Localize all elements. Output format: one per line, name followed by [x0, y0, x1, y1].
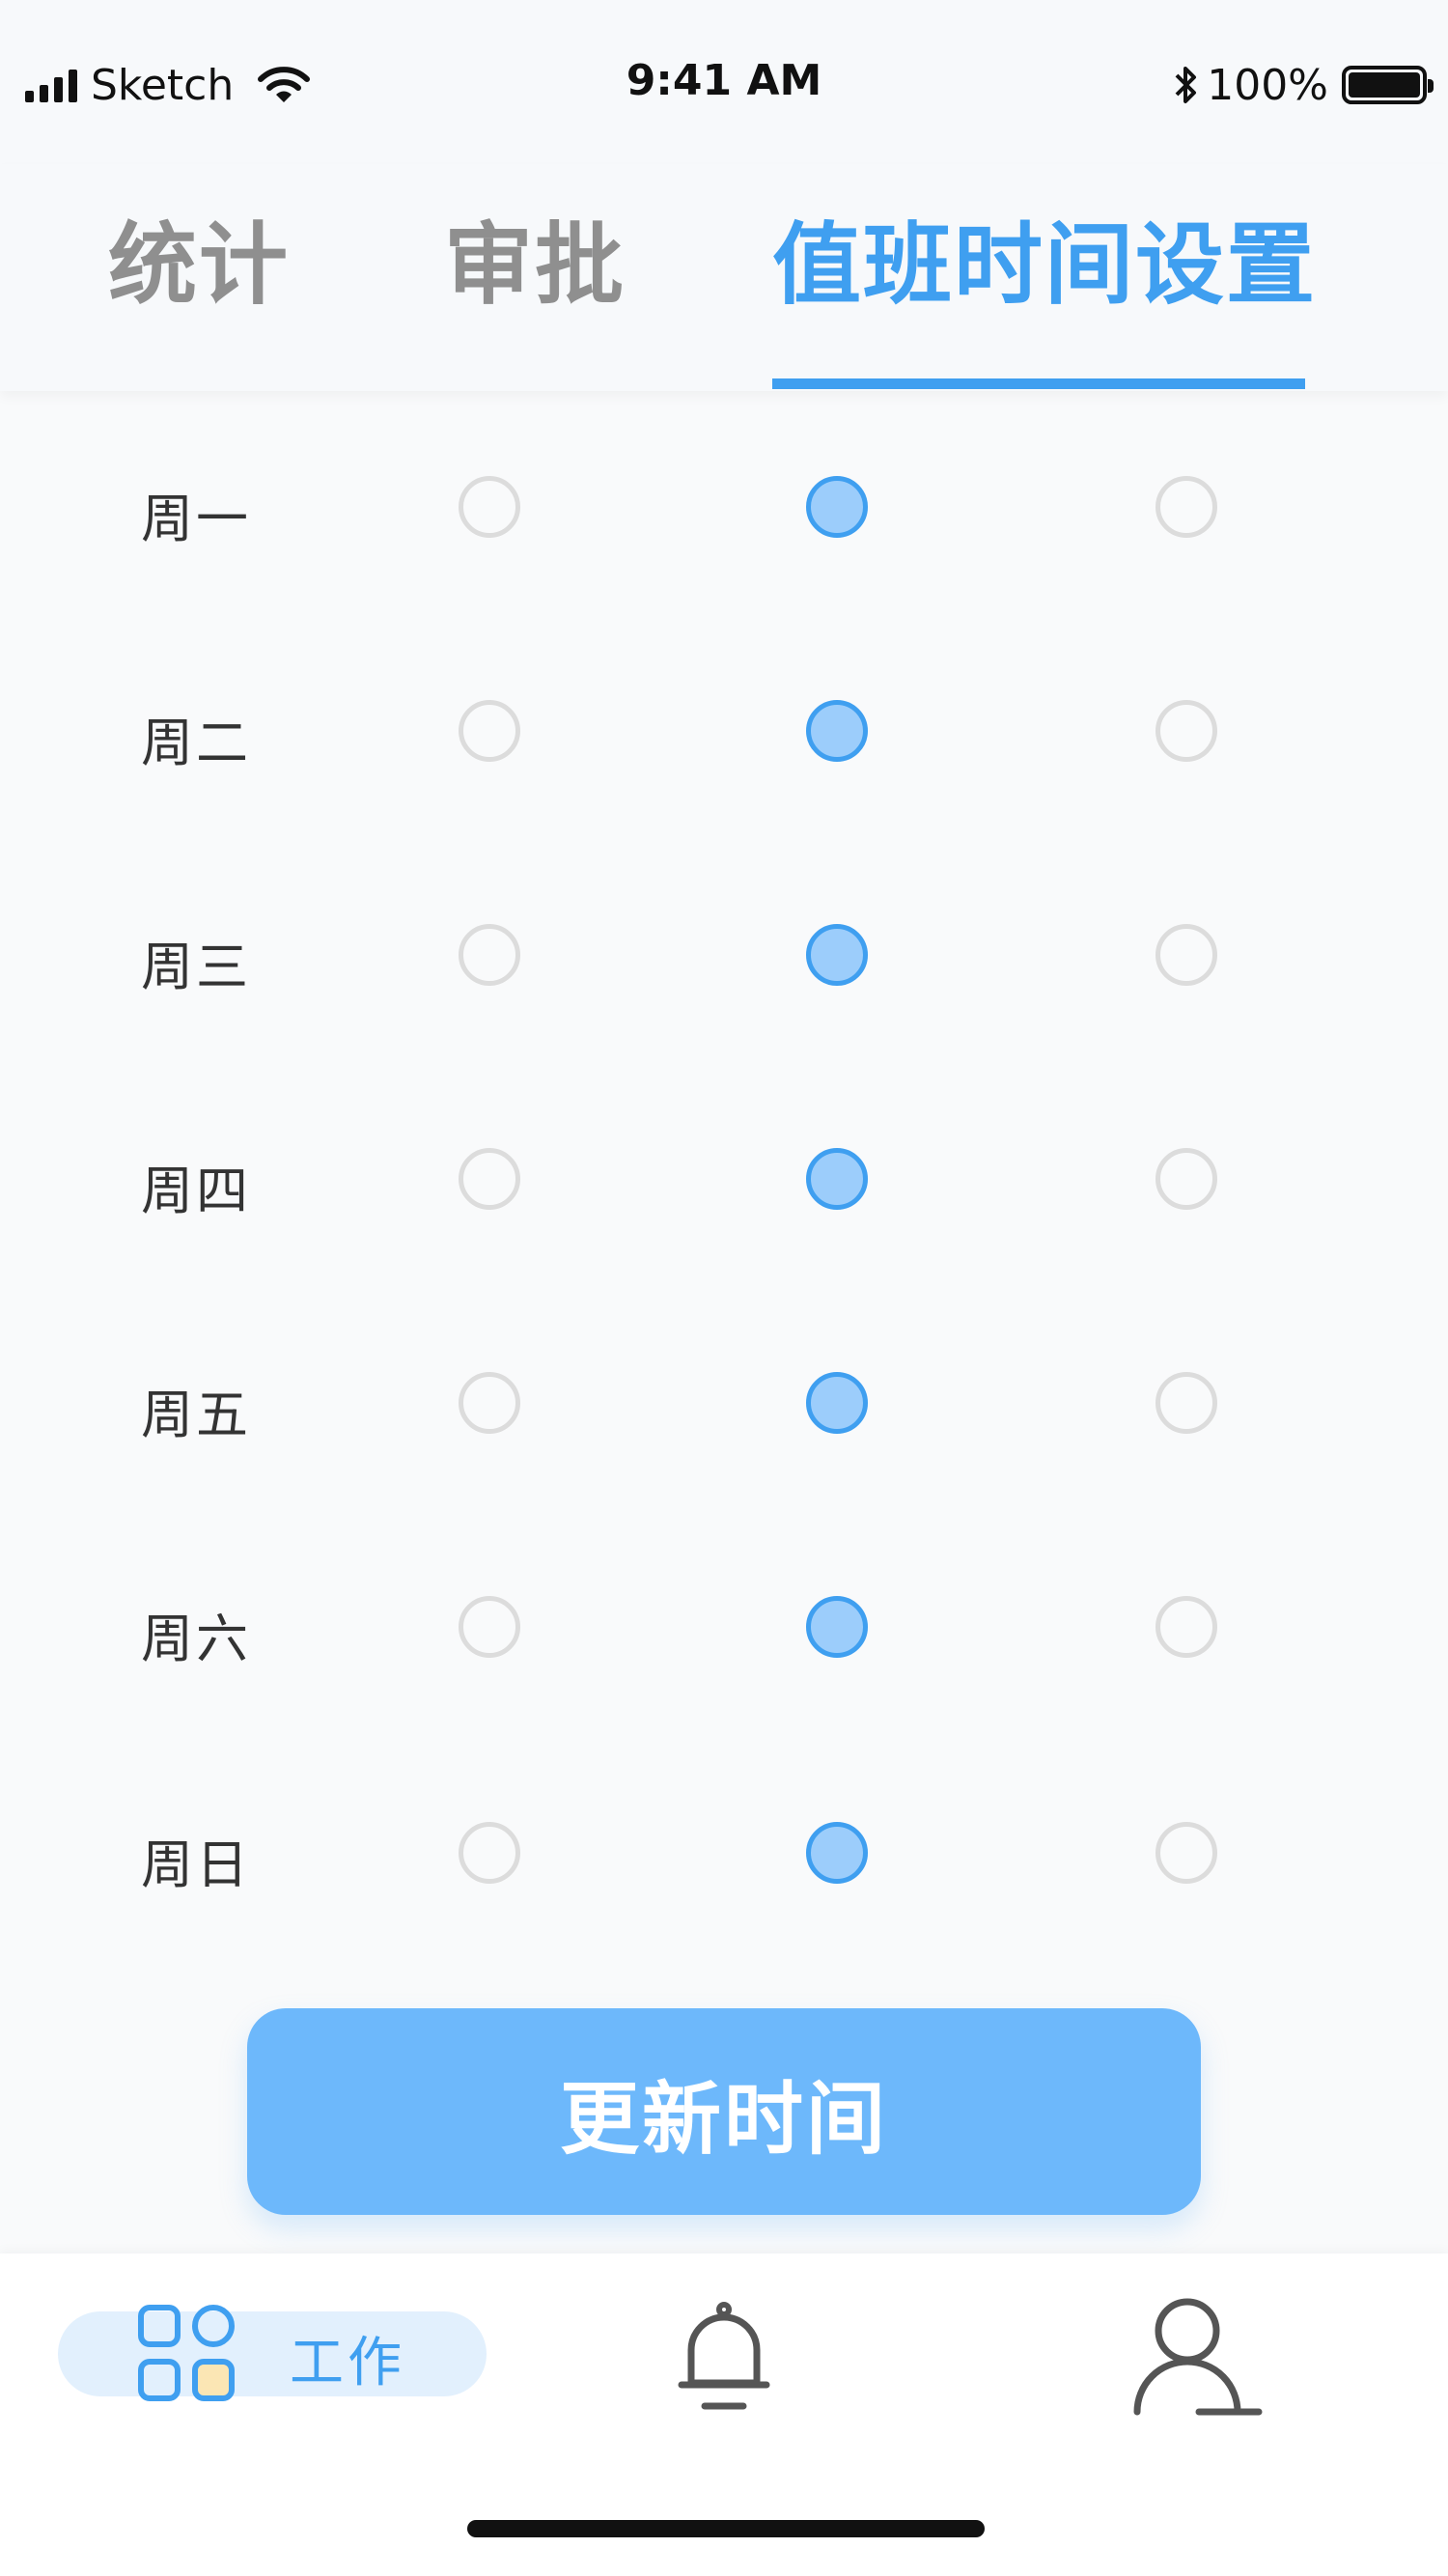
shift-option-2-radio[interactable] [806, 1148, 868, 1210]
shift-option-3-radio[interactable] [1156, 924, 1217, 986]
shift-option-1-radio[interactable] [459, 1372, 520, 1434]
shift-option-3-radio[interactable] [1156, 1822, 1217, 1884]
battery-percent: 100% [1207, 60, 1328, 110]
day-label: 周日 [141, 1834, 251, 1895]
tab-duty-time-settings[interactable]: 值班时间设置 [772, 212, 1317, 319]
update-time-button[interactable]: 更新时间 [247, 2008, 1201, 2215]
day-label: 周一 [141, 489, 251, 549]
home-indicator [467, 2520, 985, 2537]
bluetooth-icon [1175, 67, 1197, 103]
shift-option-1-radio[interactable] [459, 1822, 520, 1884]
shift-option-1-radio[interactable] [459, 1148, 520, 1210]
tab-approval[interactable]: 审批 [444, 212, 626, 319]
day-label: 周三 [141, 937, 251, 997]
shift-option-2-radio[interactable] [806, 700, 868, 762]
nav-item-work[interactable]: 工作 [58, 2305, 487, 2401]
day-label: 周二 [141, 713, 251, 773]
schedule-row: 周六 [0, 1559, 1448, 1704]
day-label: 周六 [141, 1609, 251, 1669]
shift-option-3-radio[interactable] [1156, 700, 1217, 762]
active-tab-indicator [772, 378, 1305, 389]
schedule-row: 周四 [0, 1111, 1448, 1256]
user-icon[interactable] [1131, 2298, 1267, 2423]
schedule-row: 周二 [0, 663, 1448, 808]
schedule-row: 周一 [0, 439, 1448, 584]
shift-option-2-radio[interactable] [806, 1822, 868, 1884]
shift-option-1-radio[interactable] [459, 700, 520, 762]
day-label: 周五 [141, 1385, 251, 1445]
shift-option-3-radio[interactable] [1156, 1148, 1217, 1210]
battery-icon [1342, 66, 1434, 104]
shift-option-1-radio[interactable] [459, 924, 520, 986]
shift-option-3-radio[interactable] [1156, 1596, 1217, 1658]
shift-option-2-radio[interactable] [806, 1372, 868, 1434]
shift-option-2-radio[interactable] [806, 476, 868, 538]
day-label: 周四 [141, 1161, 251, 1221]
bell-icon[interactable] [676, 2300, 772, 2416]
shift-option-2-radio[interactable] [806, 1596, 868, 1658]
status-bar: Sketch 9:41 AM 100% [0, 0, 1448, 164]
shift-option-2-radio[interactable] [806, 924, 868, 986]
schedule-row: 周五 [0, 1335, 1448, 1480]
shift-option-3-radio[interactable] [1156, 476, 1217, 538]
schedule-row: 周三 [0, 887, 1448, 1032]
shift-option-1-radio[interactable] [459, 476, 520, 538]
grid-apps-icon [138, 2305, 235, 2401]
nav-work-label: 工作 [290, 2332, 405, 2394]
tab-statistics[interactable]: 统计 [108, 212, 290, 319]
shift-option-1-radio[interactable] [459, 1596, 520, 1658]
status-right: 100% [1174, 56, 1434, 114]
schedule-row: 周日 [0, 1785, 1448, 1930]
bottom-nav: 工作 [0, 2254, 1448, 2576]
tab-bar: 统计 审批 值班时间设置 [0, 164, 1448, 391]
duty-schedule-screen: Sketch 9:41 AM 100% 统计 审批 值班时间设置 周一 周二 周… [0, 0, 1448, 2576]
shift-option-3-radio[interactable] [1156, 1372, 1217, 1434]
